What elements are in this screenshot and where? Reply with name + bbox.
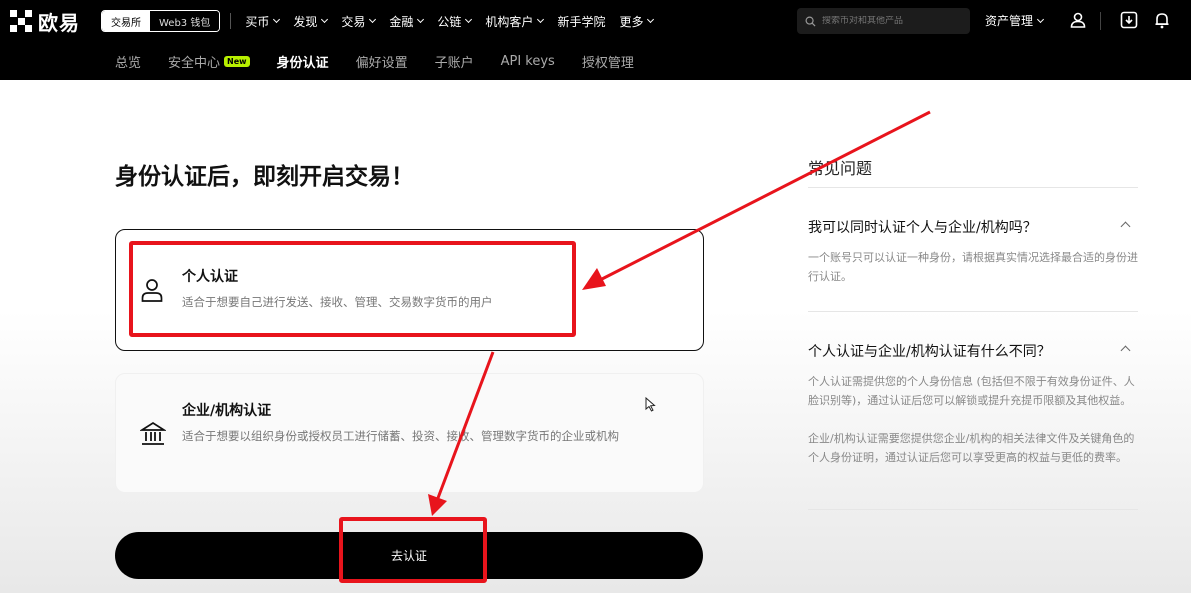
nav-more[interactable]: 更多 bbox=[619, 13, 655, 30]
tab-authorization[interactable]: 授权管理 bbox=[582, 52, 634, 71]
exchange-tab[interactable]: 交易所 bbox=[102, 11, 150, 31]
tab-identity-verification[interactable]: 身份认证 bbox=[277, 52, 329, 71]
enterprise-verification-option[interactable]: 企业/机构认证 适合于想要以组织身份或授权员工进行储蓄、投资、接收、管理数字货币… bbox=[115, 373, 704, 493]
divider bbox=[808, 187, 1138, 188]
nav-academy[interactable]: 新手学院 bbox=[557, 13, 605, 30]
tab-preferences[interactable]: 偏好设置 bbox=[356, 52, 408, 71]
chevron-down-icon bbox=[537, 15, 545, 24]
faq-question[interactable]: 个人认证与企业/机构认证有什么不同？ bbox=[808, 341, 1051, 361]
nav-buy-crypto[interactable]: 买币 bbox=[245, 13, 281, 30]
product-switch: 交易所 Web3 钱包 bbox=[101, 10, 221, 32]
nav-trade[interactable]: 交易 bbox=[341, 13, 377, 30]
brand-name: 欧易 bbox=[38, 10, 80, 35]
chevron-down-icon bbox=[369, 15, 377, 24]
option-title: 企业/机构认证 bbox=[182, 403, 272, 419]
download-icon[interactable] bbox=[1119, 10, 1139, 30]
chevron-down-icon bbox=[465, 15, 473, 24]
search-icon bbox=[805, 16, 816, 27]
chevron-down-icon bbox=[647, 15, 655, 24]
top-nav-bar: 欧易 交易所 Web3 钱包 买币 发现 交易 金融 公链 机构客户 新手学院 … bbox=[0, 0, 1191, 42]
search-input[interactable] bbox=[822, 16, 962, 26]
highlight-box-cta bbox=[339, 517, 487, 583]
chevron-down-icon bbox=[1036, 15, 1045, 23]
tab-overview[interactable]: 总览 bbox=[115, 52, 141, 71]
okx-logo-icon bbox=[10, 10, 32, 32]
chevron-down-icon bbox=[273, 15, 281, 24]
new-badge: New bbox=[224, 55, 250, 67]
nav-divider bbox=[230, 13, 232, 29]
option-description: 适合于想要以组织身份或授权员工进行储蓄、投资、接收、管理数字货币的企业或机构 bbox=[182, 429, 619, 443]
chevron-down-icon bbox=[321, 15, 329, 24]
bell-icon[interactable] bbox=[1152, 10, 1172, 30]
brand-logo[interactable]: 欧易 bbox=[10, 7, 90, 36]
divider bbox=[808, 509, 1138, 510]
asset-management-menu[interactable]: 资产管理 bbox=[985, 12, 1045, 29]
chevron-down-icon bbox=[417, 15, 425, 24]
faq-title: 常见问题 bbox=[808, 159, 873, 178]
divider bbox=[808, 311, 1138, 312]
page-title: 身份认证后，即刻开启交易！ bbox=[115, 164, 414, 190]
faq-answer: 一个账号只可以认证一种身份，请根据真实情况选择最合适的身份进行认证。 bbox=[808, 251, 1138, 283]
nav-discover[interactable]: 发现 bbox=[293, 13, 329, 30]
nav-chain[interactable]: 公链 bbox=[437, 13, 473, 30]
tab-security-center[interactable]: 安全中心 New bbox=[168, 52, 250, 71]
faq-answer: 企业/机构认证需要您提供您企业/机构的相关法律文件及关键角色的个人身份证明，通过… bbox=[808, 432, 1135, 464]
highlight-box-personal bbox=[129, 241, 576, 337]
nav-finance[interactable]: 金融 bbox=[389, 13, 425, 30]
header-divider bbox=[1100, 12, 1101, 30]
tab-api-keys[interactable]: API keys bbox=[501, 54, 555, 69]
main-menu: 买币 发现 交易 金融 公链 机构客户 新手学院 更多 bbox=[245, 13, 667, 30]
web3-wallet-tab[interactable]: Web3 钱包 bbox=[150, 11, 220, 31]
bank-icon bbox=[140, 421, 166, 445]
mouse-cursor-icon bbox=[645, 397, 656, 412]
faq-question[interactable]: 我可以同时认证个人与企业/机构吗？ bbox=[808, 217, 1037, 237]
account-subnav: 总览 安全中心 New 身份认证 偏好设置 子账户 API keys 授权管理 bbox=[0, 42, 1191, 80]
nav-institutional[interactable]: 机构客户 bbox=[485, 13, 545, 30]
search-box[interactable] bbox=[797, 8, 970, 34]
user-icon[interactable] bbox=[1068, 10, 1088, 30]
faq-answer: 个人认证需提供您的个人身份信息 (包括但不限于有效身份证件、人脸识别等)，通过认… bbox=[808, 375, 1135, 407]
tab-sub-accounts[interactable]: 子账户 bbox=[435, 52, 474, 71]
